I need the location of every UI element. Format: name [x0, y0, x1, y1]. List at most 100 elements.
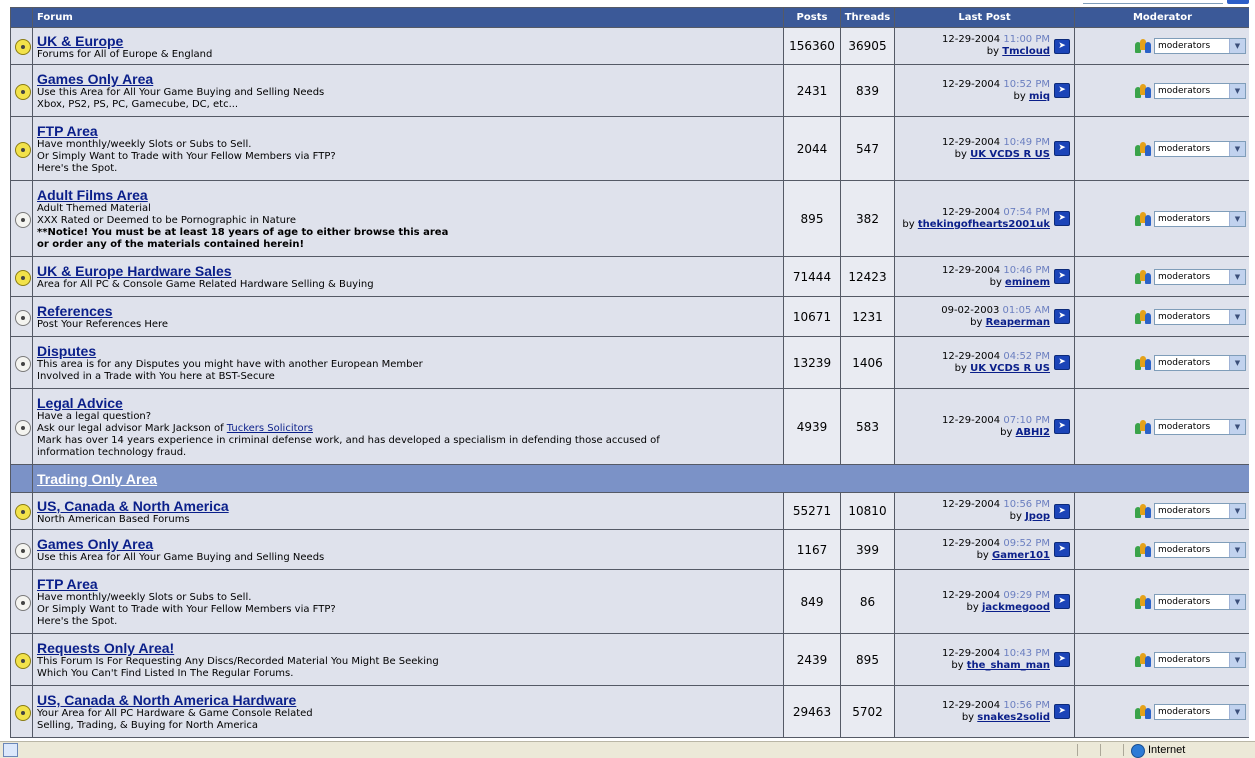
- last-post-cell: 09-02-2003 01:05 AM by Reaperman ➤: [895, 297, 1074, 336]
- no-new-posts-icon: [15, 594, 31, 611]
- forum-link[interactable]: References: [37, 303, 779, 319]
- arrow-right-icon[interactable]: ➤: [1054, 503, 1070, 519]
- arrow-right-icon[interactable]: ➤: [1054, 652, 1070, 667]
- arrow-right-icon[interactable]: ➤: [1054, 309, 1070, 324]
- last-post-user-link[interactable]: miq: [1029, 91, 1050, 102]
- table-row: US, Canada & North America Hardware Your …: [11, 686, 1249, 737]
- forum-link[interactable]: UK & Europe: [37, 33, 779, 49]
- description-line: Or Simply Want to Trade with Your Fellow…: [37, 151, 336, 162]
- moderator-select[interactable]: moderators ▼: [1154, 418, 1246, 435]
- chevron-down-icon[interactable]: ▼: [1229, 141, 1245, 156]
- last-post-date: 12-29-2004: [942, 414, 1001, 426]
- threads-count: 12423: [841, 257, 894, 296]
- chevron-down-icon[interactable]: ▼: [1229, 542, 1245, 557]
- section-link[interactable]: Trading Only Area: [37, 471, 157, 487]
- posts-count: 4939: [784, 389, 840, 464]
- last-post-user-link[interactable]: ABHI2: [1016, 427, 1050, 438]
- moderator-select[interactable]: moderators ▼: [1154, 354, 1246, 371]
- chevron-down-icon[interactable]: ▼: [1229, 309, 1245, 324]
- moderator-figure: [1145, 86, 1151, 98]
- moderator-select[interactable]: moderators ▼: [1154, 268, 1246, 285]
- forum-link[interactable]: US, Canada & North America Hardware: [37, 692, 779, 708]
- moderator-select[interactable]: moderators ▼: [1154, 140, 1246, 157]
- last-post-user-link[interactable]: Jpop: [1025, 511, 1050, 522]
- moderator-select[interactable]: moderators ▼: [1154, 38, 1246, 54]
- last-post-user-link[interactable]: eminem: [1005, 277, 1050, 288]
- last-post-by: by UK VCDS R US: [954, 362, 1050, 374]
- forum-link[interactable]: Games Only Area: [37, 536, 779, 552]
- last-post-user-link[interactable]: the_sham_man: [967, 660, 1050, 671]
- moderators-icon: [1135, 141, 1151, 156]
- search-go-button[interactable]: [1227, 0, 1249, 4]
- moderator-select[interactable]: moderators ▼: [1154, 82, 1246, 99]
- last-post-user-link[interactable]: UK VCDS R US: [970, 363, 1050, 374]
- forum-link[interactable]: FTP Area: [37, 123, 779, 139]
- moderator-select[interactable]: moderators ▼: [1154, 703, 1246, 720]
- moderator-select[interactable]: moderators ▼: [1154, 593, 1246, 610]
- last-post-user-link[interactable]: Gamer101: [992, 550, 1050, 561]
- last-post-by: by snakes2solid: [961, 711, 1050, 723]
- forum-link[interactable]: Legal Advice: [37, 395, 779, 411]
- arrow-right-icon[interactable]: ➤: [1054, 355, 1070, 370]
- table-row: Games Only Area Use this Area for All You…: [11, 530, 1249, 569]
- forum-cell: UK & Europe Forums for All of Europe & En…: [33, 28, 783, 64]
- arrow-right-icon[interactable]: ➤: [1054, 704, 1070, 719]
- forum-link[interactable]: Requests Only Area!: [37, 640, 779, 656]
- header-forum: Forum: [33, 8, 783, 27]
- moderator-select[interactable]: moderators ▼: [1154, 651, 1246, 668]
- no-new-posts-icon: [15, 542, 31, 559]
- arrow-right-icon[interactable]: ➤: [1054, 419, 1070, 434]
- tuckers-solicitors-link[interactable]: Tuckers Solicitors: [227, 423, 313, 434]
- last-post-datetime: 12-29-2004 04:52 PM: [942, 351, 1050, 363]
- moderator-select[interactable]: moderators ▼: [1154, 308, 1246, 325]
- chevron-down-icon[interactable]: ▼: [1229, 39, 1245, 53]
- chevron-down-icon[interactable]: ▼: [1229, 419, 1245, 434]
- arrow-right-icon[interactable]: ➤: [1054, 269, 1070, 284]
- description-line: Here's the Spot.: [37, 163, 118, 174]
- posts-count: 2439: [784, 634, 840, 685]
- table-row: UK & Europe Hardware Sales Area for All P…: [11, 257, 1249, 296]
- moderator-select[interactable]: moderators ▼: [1154, 210, 1246, 227]
- arrow-right-icon[interactable]: ➤: [1054, 211, 1070, 226]
- search-input[interactable]: [1083, 0, 1223, 4]
- forum-link[interactable]: Disputes: [37, 343, 779, 359]
- chevron-down-icon[interactable]: ▼: [1229, 504, 1245, 518]
- chevron-down-icon[interactable]: ▼: [1229, 83, 1245, 98]
- forum-link[interactable]: UK & Europe Hardware Sales: [37, 263, 779, 279]
- forum-link[interactable]: FTP Area: [37, 576, 779, 592]
- moderator-select[interactable]: moderators ▼: [1154, 541, 1246, 558]
- last-post-user-link[interactable]: snakes2solid: [977, 712, 1050, 723]
- section-row: Trading Only Area: [11, 465, 1249, 492]
- forum-description: Have a legal question? Ask our legal advi…: [37, 411, 779, 459]
- chevron-down-icon[interactable]: ▼: [1229, 652, 1245, 667]
- chevron-down-icon[interactable]: ▼: [1229, 355, 1245, 370]
- moderator-select[interactable]: moderators ▼: [1154, 503, 1246, 519]
- forum-link[interactable]: Adult Films Area: [37, 187, 779, 203]
- chevron-down-icon[interactable]: ▼: [1229, 269, 1245, 284]
- forum-link[interactable]: US, Canada & North America: [37, 498, 779, 514]
- description-line: This Forum Is For Requesting Any Discs/R…: [37, 656, 439, 667]
- last-post-user-link[interactable]: Tmcloud: [1002, 46, 1050, 57]
- table-row: Disputes This area is for any Disputes yo…: [11, 337, 1249, 388]
- last-post-user-link[interactable]: UK VCDS R US: [970, 149, 1050, 160]
- chevron-down-icon[interactable]: ▼: [1229, 211, 1245, 226]
- arrow-right-icon[interactable]: ➤: [1054, 38, 1070, 54]
- last-post-by: by UK VCDS R US: [954, 148, 1050, 160]
- last-post-datetime: 12-29-2004 09:29 PM: [942, 590, 1050, 602]
- chevron-down-icon[interactable]: ▼: [1229, 594, 1245, 609]
- last-post-user-link[interactable]: thekingofhearts2001uk: [918, 219, 1050, 230]
- table-row: Legal Advice Have a legal question? Ask ou…: [11, 389, 1249, 464]
- arrow-right-icon[interactable]: ➤: [1054, 594, 1070, 609]
- last-post-user-link[interactable]: Reaperman: [986, 317, 1050, 328]
- arrow-right-icon[interactable]: ➤: [1054, 141, 1070, 156]
- last-post-user-link[interactable]: jackmegood: [982, 602, 1050, 613]
- moderator-cell: moderators ▼: [1075, 181, 1249, 256]
- arrow-right-icon[interactable]: ➤: [1054, 542, 1070, 557]
- new-posts-icon: [15, 141, 31, 158]
- security-zone-label: Internet: [1148, 744, 1186, 756]
- last-post-time: 09:52 PM: [1003, 537, 1050, 549]
- chevron-down-icon[interactable]: ▼: [1229, 704, 1245, 719]
- forum-link[interactable]: Games Only Area: [37, 71, 779, 87]
- description-text: Ask our legal advisor Mark Jackson of: [37, 423, 227, 434]
- arrow-right-icon[interactable]: ➤: [1054, 83, 1070, 98]
